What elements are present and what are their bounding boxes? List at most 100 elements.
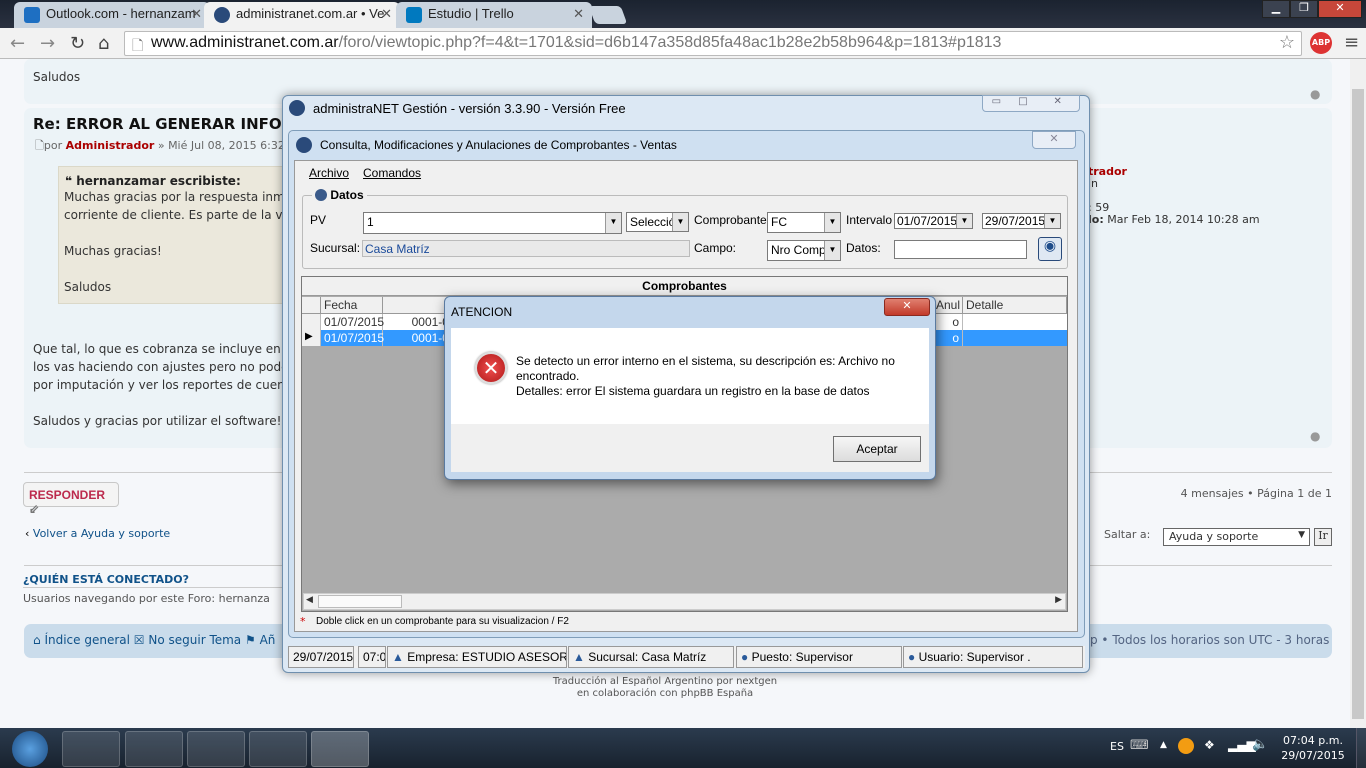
status-sucursal: ▲ Sucursal: Casa Matríz xyxy=(568,646,734,668)
menu-comandos[interactable]: Comandos xyxy=(363,166,421,180)
index-link[interactable]: Índice general xyxy=(44,633,130,647)
top-icon[interactable]: ● xyxy=(1310,429,1320,443)
explorer-icon[interactable] xyxy=(62,731,120,767)
status-date: 29/07/2015 xyxy=(288,646,354,668)
date-from-picker[interactable]: 01/07/2015 ▼ xyxy=(894,213,973,229)
close-tab-icon[interactable]: ✕ xyxy=(573,6,584,22)
back-link[interactable]: ‹ Volver a Ayuda y soporte xyxy=(25,527,170,540)
tab-outlook[interactable]: Outlook.com - hernanzam ✕ xyxy=(14,2,210,28)
address-bar[interactable]: 🗋 www.administranet.com.ar/foro/viewtopic… xyxy=(124,31,1302,56)
reload-icon[interactable]: ↻ xyxy=(70,33,85,54)
menu-icon[interactable]: ≡ xyxy=(1344,32,1359,53)
new-tab-button[interactable] xyxy=(588,6,628,24)
unwatch-icon: ☒ xyxy=(133,633,145,647)
column-detalle[interactable]: Detalle xyxy=(963,297,1067,314)
app-title: administraNET Gestión - versión 3.3.90 -… xyxy=(313,101,626,116)
chrome-icon[interactable] xyxy=(125,731,183,767)
scrollbar-thumb[interactable] xyxy=(318,595,402,608)
seleccion-combobox[interactable]: Selecció ▼ xyxy=(626,212,689,232)
unwatch-link[interactable]: No seguir Tema xyxy=(148,633,241,647)
user-icon: ● xyxy=(908,650,916,664)
tab-administranet[interactable]: administranet.com.ar • Ve ✕ xyxy=(204,2,400,28)
app-window-controls: ▭ □ ✕ xyxy=(982,95,1080,112)
forward-icon[interactable]: → xyxy=(40,33,55,54)
credit-line[interactable]: en colaboración con phpBB España xyxy=(465,688,865,700)
clock[interactable]: 07:04 p.m. 29/07/2015 xyxy=(1280,733,1346,763)
avast-icon[interactable] xyxy=(1178,738,1194,754)
chevron-down-icon[interactable]: ▼ xyxy=(672,213,688,231)
minimize-button[interactable]: ▭ xyxy=(983,96,1010,111)
date-to-value: 29/07/2015 xyxy=(985,214,1046,228)
comprobante-combobox[interactable]: FC ▼ xyxy=(767,212,841,233)
quote-icon: ❝ xyxy=(65,174,73,188)
adblock-icon[interactable]: ABP xyxy=(1310,32,1332,54)
keyboard-icon[interactable]: ⌨ xyxy=(1130,738,1149,753)
datos-input[interactable] xyxy=(894,240,1027,259)
date-to-picker[interactable]: 29/07/2015 ▼ xyxy=(982,213,1061,229)
tab-trello[interactable]: Estudio | Trello ✕ xyxy=(396,2,592,28)
top-icon[interactable]: ● xyxy=(1310,87,1320,101)
go-label: Ir xyxy=(1318,529,1328,542)
close-tab-icon[interactable]: ✕ xyxy=(191,6,202,22)
text-line: Saludos xyxy=(64,280,112,294)
language-indicator[interactable]: ES xyxy=(1110,740,1124,753)
row-pointer-icon: ▶ xyxy=(302,330,321,346)
star-icon[interactable]: ☆ xyxy=(1279,32,1295,53)
chevron-down-icon[interactable]: ▼ xyxy=(824,241,840,260)
home-icon[interactable]: ⌂ xyxy=(98,33,109,54)
show-desktop-button[interactable] xyxy=(1356,728,1366,768)
campo-label: Campo: xyxy=(694,241,737,255)
minimize-button[interactable]: ▁ xyxy=(1262,0,1290,18)
chevron-down-icon[interactable]: ▼ xyxy=(605,213,621,233)
pv-combobox[interactable]: 1 ▼ xyxy=(363,212,622,234)
reply-button[interactable]: RESPONDER ⇙ xyxy=(23,482,119,516)
status-usuario: ● Usuario: Supervisor . xyxy=(903,646,1083,668)
volume-icon[interactable]: 🔈 xyxy=(1252,737,1268,752)
scroll-right-icon[interactable]: ▶ xyxy=(1055,595,1062,605)
search-icon: ◉ xyxy=(1043,238,1057,254)
chevron-down-icon[interactable]: ▼ xyxy=(824,213,840,232)
status-time: 07:04 p xyxy=(358,646,386,668)
back-icon[interactable]: ← xyxy=(10,33,25,54)
bookmark-link[interactable]: Añ xyxy=(260,633,276,647)
accept-button[interactable]: Aceptar xyxy=(833,436,921,462)
show-hidden-icons[interactable]: ▲ xyxy=(1160,740,1167,750)
vertical-scrollbar[interactable] xyxy=(1350,59,1366,728)
status-empresa: ▲ Empresa: ESTUDIO ASESOR D xyxy=(387,646,567,668)
dialog-close-button[interactable]: ✕ xyxy=(884,298,930,316)
firefox-icon[interactable] xyxy=(187,731,245,767)
cell-fecha: 01/07/2015 xyxy=(321,330,384,346)
menu-archivo[interactable]: Archivo xyxy=(309,166,349,180)
close-button[interactable]: ✕ xyxy=(1036,96,1079,111)
administranet-taskbar-icon[interactable] xyxy=(311,731,369,767)
maximize-button[interactable]: □ xyxy=(1010,96,1037,111)
chevron-down-icon[interactable]: ▼ xyxy=(956,214,972,228)
scroll-left-icon[interactable]: ◀ xyxy=(306,595,313,605)
child-close-button[interactable]: ✕ xyxy=(1032,131,1076,149)
scrollbar-thumb[interactable] xyxy=(1352,89,1364,719)
column-fecha[interactable]: Fecha xyxy=(321,297,383,314)
search-button[interactable]: ◉ xyxy=(1038,237,1062,261)
start-button[interactable] xyxy=(12,731,48,767)
comprobante-value: FC xyxy=(771,215,787,229)
close-tab-icon[interactable]: ✕ xyxy=(381,6,392,22)
chevron-down-icon[interactable]: ▼ xyxy=(1044,214,1060,228)
puesto-text: Puesto: Supervisor xyxy=(751,650,853,664)
acrobat-icon[interactable] xyxy=(249,731,307,767)
profile-name[interactable]: trador xyxy=(1088,166,1260,178)
text-line: Que tal, lo que es cobranza se incluye e… xyxy=(33,342,288,356)
tab-label: Outlook.com - hernanzam xyxy=(46,6,196,21)
horizontal-scrollbar[interactable]: ◀ ▶ xyxy=(303,593,1066,610)
go-button[interactable]: Ir xyxy=(1314,528,1332,546)
quote-box: ❝ hernanzamar escribiste: Muchas gracias… xyxy=(58,166,288,304)
pv-label: PV xyxy=(310,213,327,227)
jump-select[interactable]: Ayuda y soporte ▼ xyxy=(1163,528,1310,546)
maximize-button[interactable]: ❐ xyxy=(1290,0,1318,18)
author-link[interactable]: Administrador xyxy=(66,139,155,152)
campo-combobox[interactable]: Nro Comp ▼ xyxy=(767,240,841,261)
tab-label: administranet.com.ar • Ve xyxy=(236,6,385,21)
close-window-button[interactable]: ✕ xyxy=(1318,0,1362,18)
column-anul[interactable]: Anul xyxy=(933,297,963,314)
message-line: Detalles: error El sistema guardara un r… xyxy=(516,384,870,398)
dropbox-icon[interactable]: ❖ xyxy=(1204,738,1215,752)
